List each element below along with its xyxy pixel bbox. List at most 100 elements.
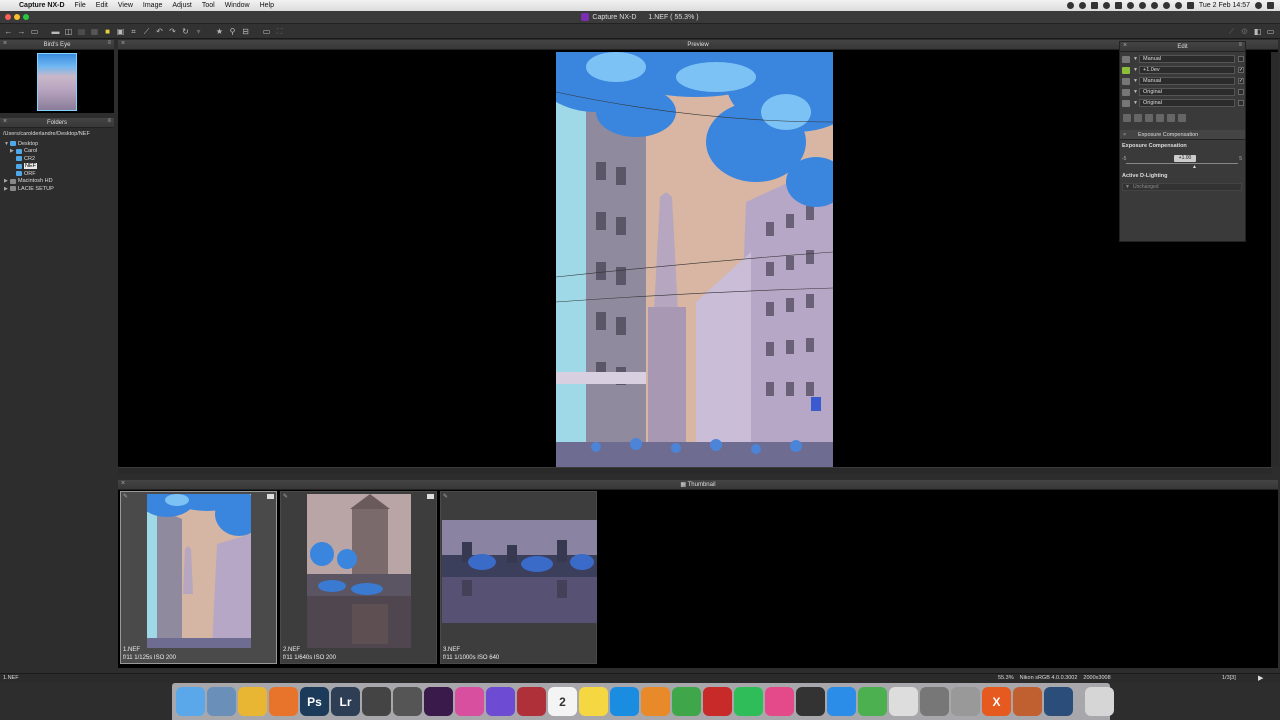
minimize-window-button[interactable]: [14, 14, 20, 20]
edit-checkbox[interactable]: ✓: [1238, 67, 1244, 73]
tree-item-lacie[interactable]: ▶ LACIE SETUP: [4, 185, 54, 193]
itunes-icon[interactable]: [765, 687, 794, 716]
time-machine-icon[interactable]: [1150, 2, 1158, 9]
adl-dropdown[interactable]: ▼ Unchanged: [1122, 183, 1242, 191]
capture-one-icon[interactable]: [393, 687, 422, 716]
birds-eye-thumbnail[interactable]: [37, 53, 77, 111]
rotate-left-icon[interactable]: ↶: [154, 26, 165, 37]
edit-row-white-balance[interactable]: ▼ Manual ✓: [1122, 76, 1244, 86]
tool-icon-1[interactable]: [1123, 114, 1131, 122]
battery-icon[interactable]: [1186, 2, 1194, 9]
status-icon-5[interactable]: [1114, 2, 1122, 9]
clock[interactable]: Tue 2 Feb 14:57: [1199, 2, 1250, 9]
quicktime-icon[interactable]: [1044, 687, 1073, 716]
notification-center-icon[interactable]: [1267, 2, 1274, 9]
rotate-right-icon[interactable]: ↷: [167, 26, 178, 37]
straighten-icon[interactable]: ⟋: [141, 26, 152, 37]
menu-adjust[interactable]: Adjust: [167, 2, 196, 9]
panel-menu-icon[interactable]: ≡: [107, 118, 111, 124]
tree-item-carol[interactable]: ▶ Carol: [4, 148, 54, 156]
settings-icon[interactable]: ⚙: [1239, 26, 1250, 37]
edit-row-picture-adjust[interactable]: ▼ Original: [1122, 87, 1244, 97]
monitor-icon[interactable]: ▭: [261, 26, 272, 37]
thumbnail-item[interactable]: ✎ 1.NEF f/11 1/125s ISO 200: [120, 491, 277, 664]
brush-icon[interactable]: ⟋: [1226, 26, 1237, 37]
menu-image[interactable]: Image: [138, 2, 167, 9]
color-wheel-icon[interactable]: [455, 687, 484, 716]
close-window-button[interactable]: [5, 14, 11, 20]
layout-icon[interactable]: ▬: [50, 26, 61, 37]
numbers-icon[interactable]: [672, 687, 701, 716]
app-store-icon[interactable]: [827, 687, 856, 716]
filter-icon[interactable]: ⚲: [227, 26, 238, 37]
panel-menu-icon[interactable]: ≡: [107, 40, 111, 46]
status-icon-4[interactable]: [1102, 2, 1110, 9]
edit-row-lens[interactable]: ▼ Original: [1122, 98, 1244, 108]
edit-checkbox[interactable]: ✓: [1238, 78, 1244, 84]
layout-split-icon[interactable]: ◫: [63, 26, 74, 37]
edit-value[interactable]: Original: [1139, 99, 1235, 107]
menu-app-name[interactable]: Capture NX-D: [14, 2, 70, 9]
edit-value[interactable]: +1.0ev: [1139, 66, 1235, 74]
preview-canvas[interactable]: [118, 50, 1278, 467]
status-icon-1[interactable]: [1066, 2, 1074, 9]
status-icon-3[interactable]: [1090, 2, 1098, 9]
thumbnail-grid-icon[interactable]: ▣: [115, 26, 126, 37]
tool-icon-5[interactable]: [1167, 114, 1175, 122]
tree-item-desktop[interactable]: ▼ Desktop: [4, 140, 54, 148]
dropdown-icon[interactable]: ▾: [193, 26, 204, 37]
notes-icon[interactable]: [579, 687, 608, 716]
spotlight-icon[interactable]: [1255, 2, 1262, 9]
status-icon-2[interactable]: [1078, 2, 1086, 9]
folder-path[interactable]: /Users/carolderlandre/Desktop/NEF: [3, 131, 90, 137]
tree-item-macintosh-hd[interactable]: ▶ Macintosh HD: [4, 178, 54, 186]
back-icon[interactable]: ←: [3, 26, 14, 37]
edit-checkbox[interactable]: [1238, 56, 1244, 62]
maps-icon[interactable]: [858, 687, 887, 716]
sketch-icon[interactable]: [796, 687, 825, 716]
calendar-icon[interactable]: 2: [548, 687, 577, 716]
thumbnail-item[interactable]: ✎ 3.NEF f/11 1/1000s ISO 640: [440, 491, 597, 664]
edit-checkbox[interactable]: [1238, 100, 1244, 106]
pages-icon[interactable]: [641, 687, 670, 716]
textedit-icon[interactable]: [889, 687, 918, 716]
exposure-slider[interactable]: -5 +1.00 5 ▲: [1122, 154, 1242, 170]
thumbnail-image[interactable]: [307, 494, 411, 648]
edit-checkbox[interactable]: [1238, 89, 1244, 95]
close-section-icon[interactable]: ×: [1123, 132, 1126, 138]
chat-icon[interactable]: ◧: [1252, 26, 1263, 37]
automator-icon[interactable]: [951, 687, 980, 716]
crossover-icon[interactable]: X: [982, 687, 1011, 716]
wifi-icon[interactable]: [1174, 2, 1182, 9]
crop-icon[interactable]: ⌗: [128, 26, 139, 37]
tool-icon-3[interactable]: [1145, 114, 1153, 122]
edit-value[interactable]: Manual: [1139, 55, 1235, 63]
lightroom-icon[interactable]: Lr: [331, 687, 360, 716]
panel-menu-icon[interactable]: ≡: [1238, 42, 1242, 48]
slider-handle[interactable]: ▲: [1192, 164, 1197, 170]
menu-window[interactable]: Window: [220, 2, 255, 9]
tree-item-orf[interactable]: ORF: [4, 170, 54, 178]
trash-icon[interactable]: [1085, 687, 1114, 716]
preview-horizontal-scrollbar[interactable]: [118, 467, 1272, 474]
tree-item-nef[interactable]: NEF: [4, 163, 54, 171]
menu-file[interactable]: File: [70, 2, 91, 9]
capture-nxd-icon[interactable]: [424, 687, 453, 716]
edit-row-picture-control[interactable]: ▼ Manual: [1122, 54, 1244, 64]
archive-icon[interactable]: [1013, 687, 1042, 716]
preview-vertical-scrollbar[interactable]: [1271, 52, 1279, 467]
photo-booth-icon[interactable]: [517, 687, 546, 716]
volume-icon[interactable]: [1162, 2, 1170, 9]
firefox-icon[interactable]: [269, 687, 298, 716]
menu-tool[interactable]: Tool: [197, 2, 220, 9]
edit-row-exposure[interactable]: ▼ +1.0ev ✓: [1122, 65, 1244, 75]
forward-icon[interactable]: →: [16, 26, 27, 37]
compare-icon[interactable]: ▤: [76, 26, 87, 37]
rating-star-icon[interactable]: ★: [214, 26, 225, 37]
finder-icon[interactable]: [176, 687, 205, 716]
menu-view[interactable]: View: [113, 2, 138, 9]
exposure-value-field[interactable]: +1.00: [1174, 155, 1196, 162]
grid-icon[interactable]: ▦: [89, 26, 100, 37]
play-slideshow-icon[interactable]: ▶: [1258, 674, 1263, 682]
photoshop-icon[interactable]: Ps: [300, 687, 329, 716]
